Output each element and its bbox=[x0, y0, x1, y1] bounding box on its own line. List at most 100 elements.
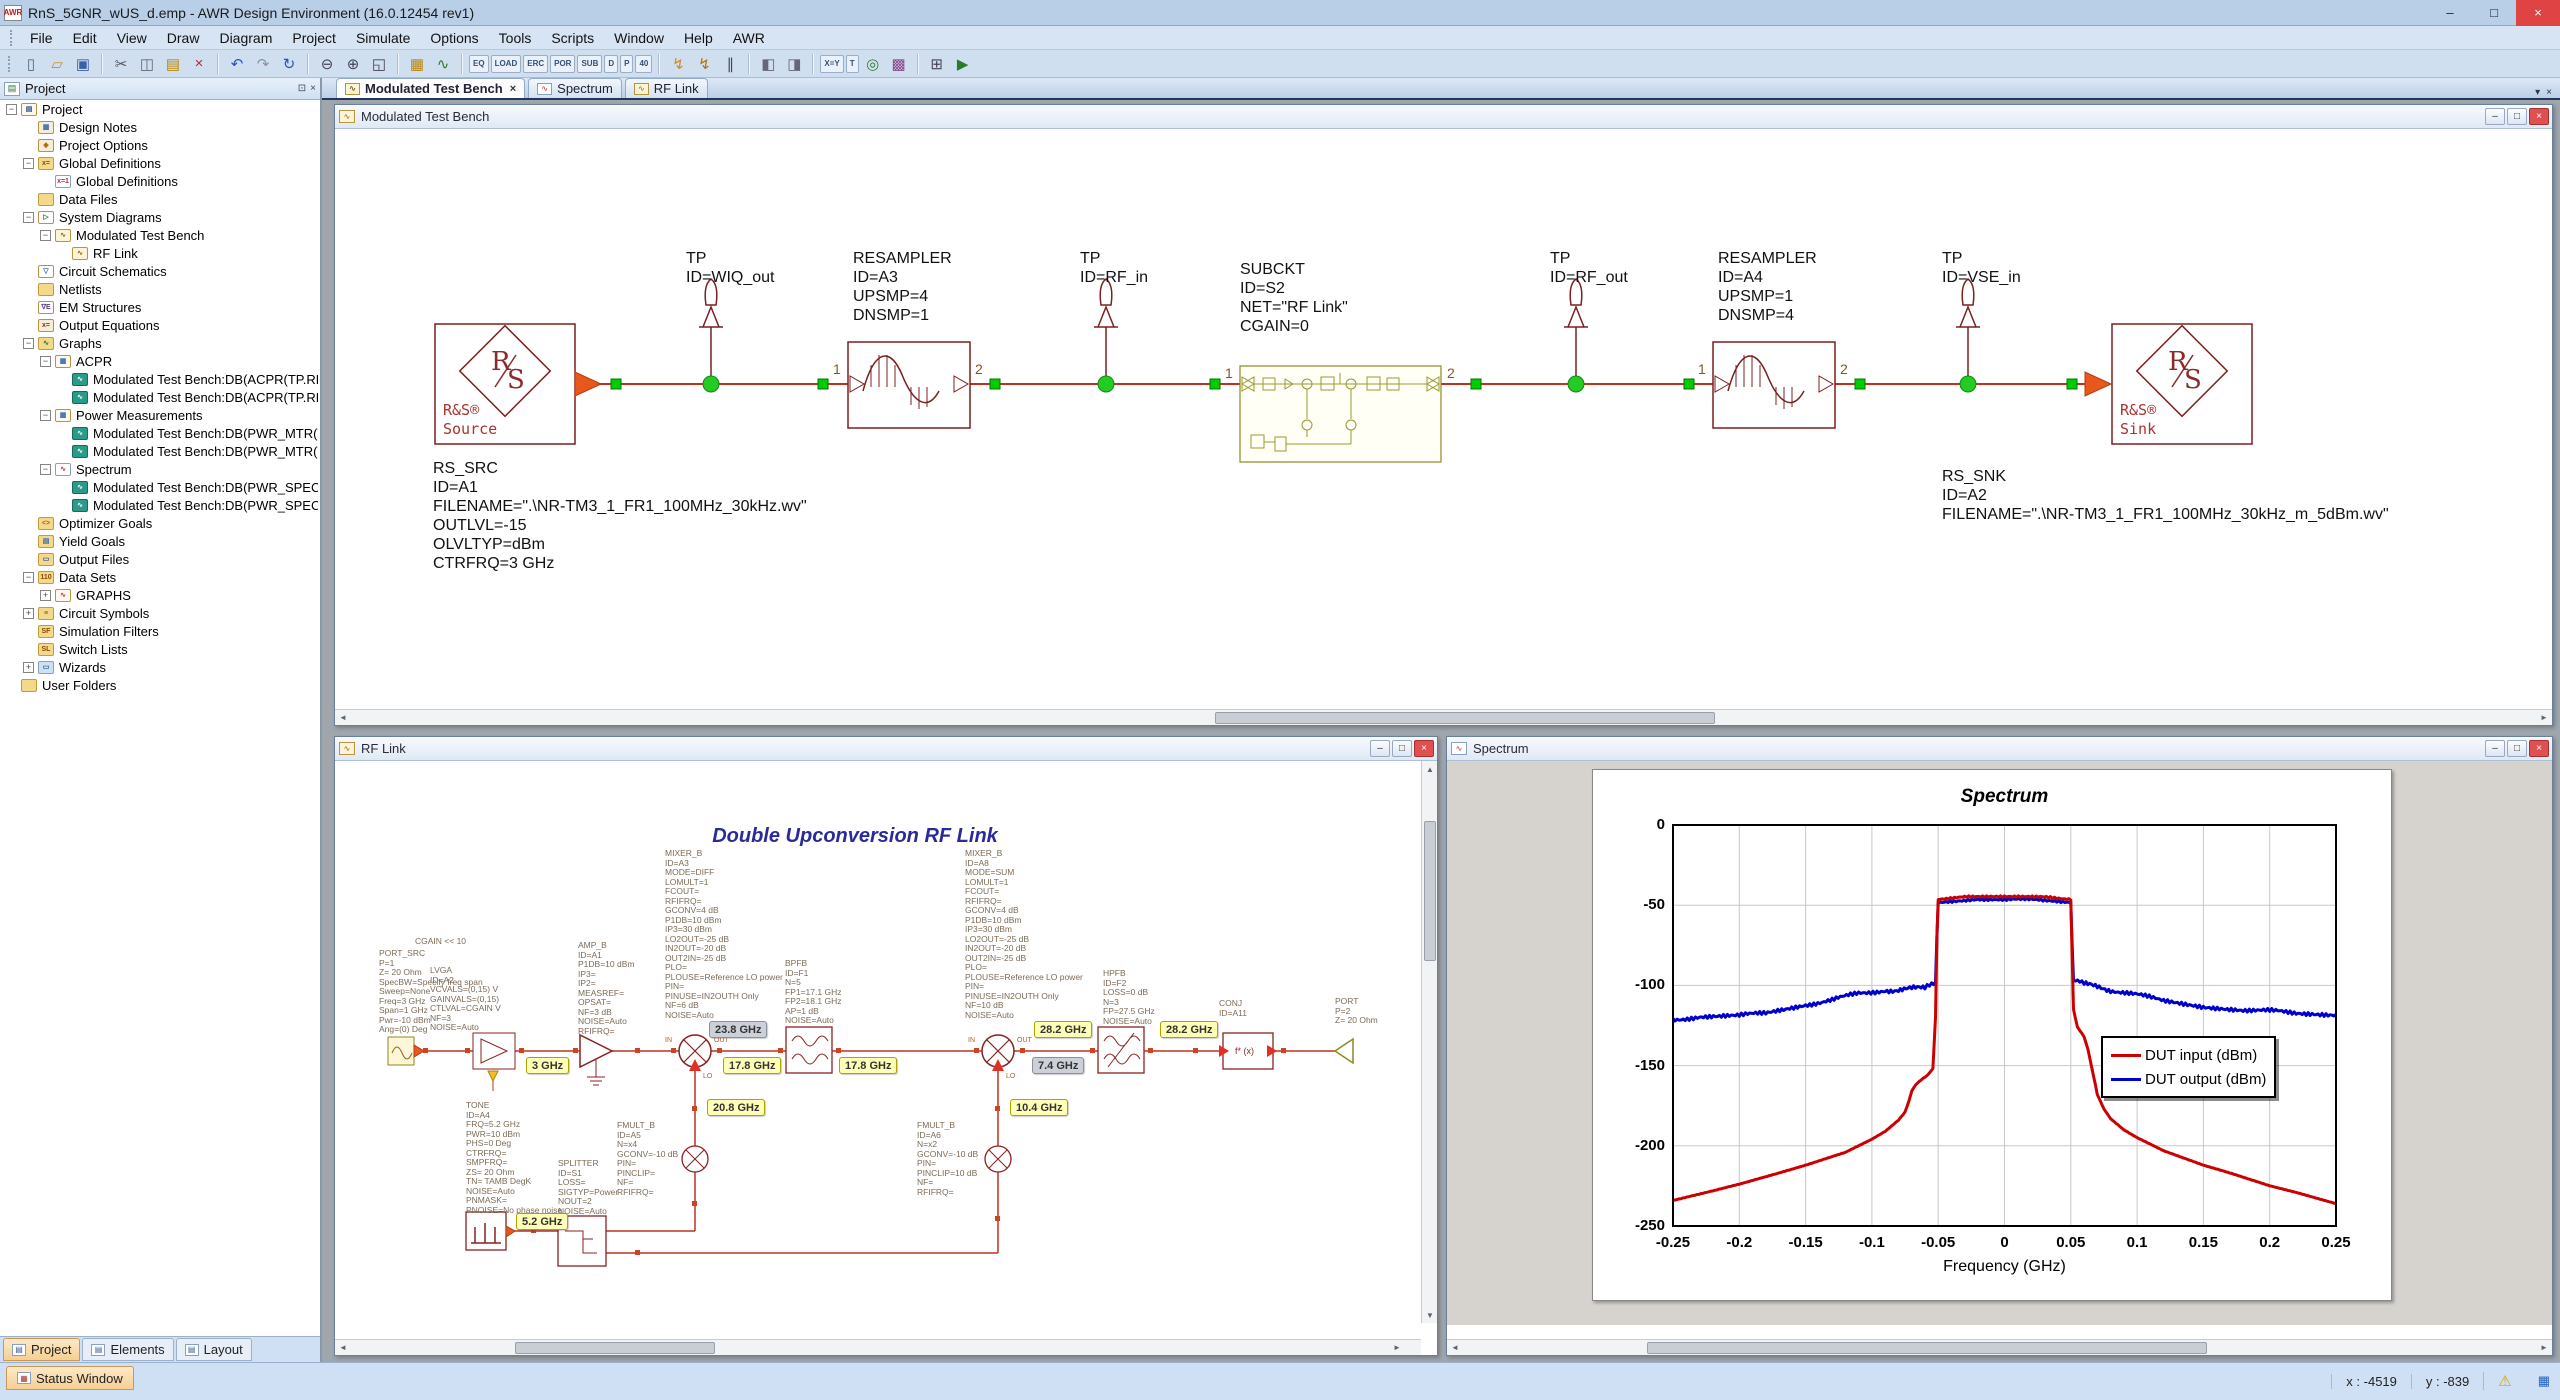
spectrum-close-button[interactable]: × bbox=[2529, 740, 2549, 757]
rs-snk-params[interactable]: RS_SNK ID=A2 FILENAME=".\NR-TM3_1_FR1_10… bbox=[1942, 467, 2389, 524]
tree-item-project[interactable]: − ▤ Project bbox=[0, 100, 318, 118]
tp-vse-in-label[interactable]: TP ID=VSE_in bbox=[1942, 249, 2021, 287]
freq-callout[interactable]: 10.4 GHz bbox=[1010, 1099, 1069, 1116]
tree-item-circuit-symbols[interactable]: + ≡ Circuit Symbols bbox=[0, 604, 318, 622]
toolbar-tune-tool-button[interactable]: T bbox=[845, 54, 859, 73]
conj-params[interactable]: CONJ ID=A11 bbox=[1219, 998, 1247, 1018]
toolbar-run-icon[interactable]: ▶ bbox=[951, 53, 975, 75]
status-window-tab[interactable]: ▦ Status Window bbox=[6, 1366, 134, 1390]
toolbar-new-project-icon[interactable]: ▯ bbox=[19, 53, 43, 75]
tree-expander[interactable]: − bbox=[23, 337, 34, 349]
tp-rf-out-label[interactable]: TP ID=RF_out bbox=[1550, 249, 1628, 287]
toolbar-doc-button[interactable]: D bbox=[604, 54, 619, 73]
toolbar-open-project-icon[interactable]: ▱ bbox=[45, 53, 69, 75]
tree-item-circuit-schematics[interactable]: ▽ Circuit Schematics bbox=[0, 262, 318, 280]
tree-item-system-diagrams[interactable]: − ▷ System Diagrams bbox=[0, 208, 318, 226]
freq-callout[interactable]: 28.2 GHz bbox=[1034, 1021, 1093, 1038]
toolbar-grip[interactable] bbox=[8, 55, 12, 72]
tree-item-wizards[interactable]: + ▭ Wizards bbox=[0, 658, 318, 676]
rs-src-params[interactable]: RS_SRC ID=A1 FILENAME=".\NR-TM3_1_FR1_10… bbox=[433, 459, 807, 573]
bench-canvas[interactable]: TP ID=WIQ_out RESAMPLER ID=A3 UPSMP=4 DN… bbox=[335, 129, 2552, 693]
port2-params[interactable]: PORT P=2 Z= 20 Ohm bbox=[1335, 996, 1378, 1026]
spectrum-hscrollbar[interactable]: ◄ ► bbox=[1447, 1339, 2552, 1355]
resampler-a4-label[interactable]: RESAMPLER ID=A4 UPSMP=1 DNSMP=4 bbox=[1718, 249, 1817, 325]
freq-callout[interactable]: 20.8 GHz bbox=[707, 1099, 766, 1116]
tree-item-global-definitions[interactable]: x=1 Global Definitions bbox=[0, 172, 318, 190]
toolbar-options-grid-icon[interactable]: ▩ bbox=[887, 53, 911, 75]
menu-scripts[interactable]: Scripts bbox=[541, 27, 604, 49]
menu-file[interactable]: File bbox=[20, 27, 63, 49]
toolbar-undo-icon[interactable]: ↶ bbox=[225, 53, 249, 75]
tree-item-simulation-filters[interactable]: SF Simulation Filters bbox=[0, 622, 318, 640]
tree-item-modulated-test-bench-db-acpr-tp-rf-[interactable]: ∿ Modulated Test Bench:DB(ACPR(TP.RF_ bbox=[0, 370, 318, 388]
tree-item-yield-goals[interactable]: ▤ Yield Goals bbox=[0, 532, 318, 550]
toolbar-delete-icon[interactable]: × bbox=[187, 53, 211, 75]
tree-expander[interactable]: − bbox=[23, 211, 34, 223]
tab-close-icon[interactable]: × bbox=[510, 83, 516, 95]
app-minimize-button[interactable]: – bbox=[2428, 0, 2472, 26]
bench-hscrollbar[interactable]: ◄ ► bbox=[335, 709, 2552, 725]
fmult2-params[interactable]: FMULT_B ID=A6 N=x2 GCONV=-10 dB PIN= PIN… bbox=[917, 1120, 978, 1197]
tree-item-graphs[interactable]: + ∿ GRAPHS bbox=[0, 586, 318, 604]
menu-diagram[interactable]: Diagram bbox=[209, 27, 282, 49]
panel-close-icon[interactable]: × bbox=[310, 83, 316, 94]
toolbar-copy-icon[interactable]: ◫ bbox=[135, 53, 159, 75]
bench-close-button[interactable]: × bbox=[2529, 108, 2549, 125]
toolbar-new-schematic-icon[interactable]: ▦ bbox=[405, 53, 429, 75]
app-maximize-button[interactable]: □ bbox=[2472, 0, 2516, 26]
tree-expander[interactable]: + bbox=[23, 607, 34, 619]
app-close-button[interactable]: × bbox=[2516, 0, 2560, 26]
bench-maximize-button[interactable]: □ bbox=[2507, 108, 2527, 125]
menubar-grip[interactable] bbox=[10, 29, 14, 46]
toolbar-zoom-in-icon[interactable]: ⊕ bbox=[341, 53, 365, 75]
toolbar-rules-check-button[interactable]: ERC bbox=[523, 54, 549, 73]
amp-params[interactable]: AMP_B ID=A1 P1DB=10 dBm IP3= IP2= MEASRE… bbox=[578, 940, 634, 1036]
panel-tab-elements[interactable]: ▤ Elements bbox=[82, 1338, 174, 1361]
tree-item-acpr[interactable]: − ▦ ACPR bbox=[0, 352, 318, 370]
tab-list-dropdown[interactable]: ▾ bbox=[2535, 87, 2540, 98]
tree-item-modulated-test-bench-db-acpr-tp-rf-[interactable]: ∿ Modulated Test Bench:DB(ACPR(TP.RF_ bbox=[0, 388, 318, 406]
tree-item-spectrum[interactable]: − ∿ Spectrum bbox=[0, 460, 318, 478]
tab-close-button[interactable]: × bbox=[2546, 87, 2552, 98]
tab-modulated-test-bench[interactable]: ∿ Modulated Test Bench × bbox=[336, 78, 526, 98]
rflink-maximize-button[interactable]: □ bbox=[1392, 740, 1412, 757]
toolbar-refresh-icon[interactable]: ↻ bbox=[277, 53, 301, 75]
tree-item-power-measurements[interactable]: − ▦ Power Measurements bbox=[0, 406, 318, 424]
tree-expander[interactable]: − bbox=[6, 103, 17, 115]
tree-item-netlists[interactable]: Netlists bbox=[0, 280, 318, 298]
toolbar-redo-icon[interactable]: ↷ bbox=[251, 53, 275, 75]
toolbar-analyze-all-icon[interactable]: ↯ bbox=[692, 53, 716, 75]
tree-item-modulated-test-bench-db-pwr-spec-t[interactable]: ∿ Modulated Test Bench:DB(PWR_SPEC(T bbox=[0, 478, 318, 496]
toolbar-pause-sim-icon[interactable]: ∥ bbox=[718, 53, 742, 75]
lvga-params[interactable]: LVGA ID=A2 VCVALS=(0,15) V GAINVALS=(0,1… bbox=[430, 965, 501, 1033]
bpfb-params[interactable]: BPFB ID=F1 N=5 FP1=17.1 GHz FP2=18.1 GHz… bbox=[785, 958, 841, 1026]
mixer1-params[interactable]: MIXER_B ID=A3 MODE=DIFF LOMULT=1 FCOUT= … bbox=[665, 848, 783, 1020]
menu-view[interactable]: View bbox=[107, 27, 157, 49]
tree-item-user-folders[interactable]: User Folders bbox=[0, 676, 318, 694]
menu-tools[interactable]: Tools bbox=[489, 27, 542, 49]
toolbar-cut-icon[interactable]: ✂ bbox=[109, 53, 133, 75]
tree-item-em-structures[interactable]: ∇E EM Structures bbox=[0, 298, 318, 316]
warning-icon[interactable]: ⚠ bbox=[2483, 1372, 2525, 1390]
tree-expander[interactable]: − bbox=[23, 571, 34, 583]
menu-project[interactable]: Project bbox=[282, 27, 346, 49]
mixer2-params[interactable]: MIXER_B ID=A8 MODE=SUM LOMULT=1 FCOUT= R… bbox=[965, 848, 1083, 1020]
menu-edit[interactable]: Edit bbox=[63, 27, 107, 49]
freq-callout[interactable]: 3 GHz bbox=[526, 1057, 570, 1074]
freq-callout[interactable]: 5.2 GHz bbox=[516, 1213, 569, 1230]
rflink-minimize-button[interactable]: – bbox=[1370, 740, 1390, 757]
tree-expander[interactable]: − bbox=[40, 229, 51, 241]
tp-rf-in-label[interactable]: TP ID=RF_in bbox=[1080, 249, 1148, 287]
panel-tab-layout[interactable]: ▤ Layout bbox=[175, 1338, 252, 1361]
menu-help[interactable]: Help bbox=[674, 27, 723, 49]
tree-expander[interactable]: + bbox=[23, 661, 34, 673]
tree-item-project-options[interactable]: ◈ Project Options bbox=[0, 136, 318, 154]
toolbar-substrate-button[interactable]: SUB bbox=[577, 54, 603, 73]
rflink-vscrollbar[interactable]: ▲ ▼ bbox=[1421, 761, 1437, 1323]
tree-item-data-files[interactable]: Data Files bbox=[0, 190, 318, 208]
toolbar-cascade-windows-icon[interactable]: ◨ bbox=[782, 53, 806, 75]
tree-expander[interactable]: + bbox=[40, 589, 51, 601]
menu-simulate[interactable]: Simulate bbox=[346, 27, 420, 49]
bench-window-titlebar[interactable]: ∿ Modulated Test Bench – □ × bbox=[335, 105, 2552, 129]
tp-wiq-out-label[interactable]: TP ID=WIQ_out bbox=[686, 249, 774, 287]
